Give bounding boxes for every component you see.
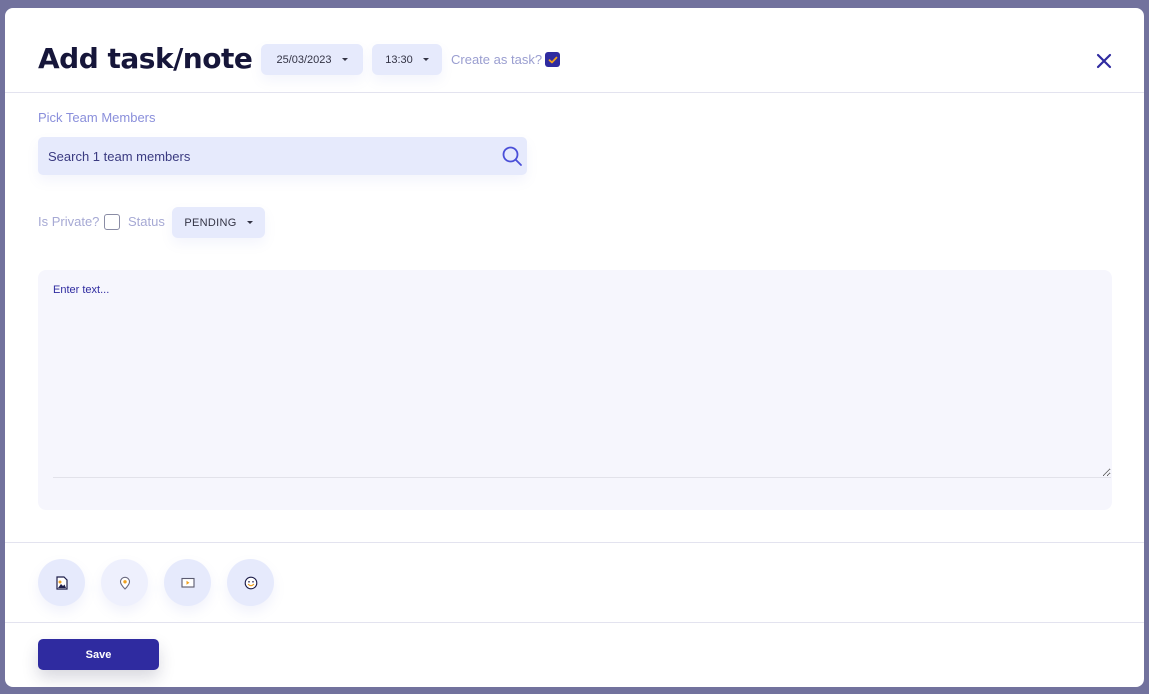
page-title: Add task/note [38, 42, 253, 75]
video-icon [180, 577, 195, 588]
is-private-checkbox[interactable] [104, 214, 120, 230]
status-value: PENDING [184, 216, 237, 229]
close-button[interactable] [1094, 51, 1114, 71]
search-icon[interactable] [501, 145, 523, 167]
team-search-input[interactable] [38, 137, 498, 175]
is-private-label: Is Private? [38, 214, 100, 229]
location-pin-icon [119, 576, 130, 590]
add-video-button[interactable] [164, 559, 211, 606]
modal-header: Add task/note 25/03/2023 13:30 Create as… [5, 8, 1144, 93]
note-editor [38, 270, 1112, 510]
status-dropdown[interactable]: PENDING [172, 207, 265, 238]
team-search-box [38, 137, 527, 175]
checkmark-icon [548, 56, 557, 63]
create-as-task-label: Create as task? [451, 52, 543, 67]
note-textarea[interactable] [53, 284, 1111, 478]
time-dropdown[interactable]: 13:30 [372, 44, 442, 75]
divider [5, 622, 1144, 623]
add-task-modal: Add task/note 25/03/2023 13:30 Create as… [5, 8, 1144, 687]
caret-down-icon [246, 221, 253, 224]
pick-team-members-label: Pick Team Members [38, 110, 156, 125]
save-button[interactable]: Save [38, 639, 159, 670]
create-as-task-checkbox[interactable] [545, 52, 560, 67]
date-value: 25/03/2023 [276, 53, 332, 66]
add-emoji-button[interactable] [227, 559, 274, 606]
divider [5, 542, 1144, 543]
close-icon [1096, 53, 1112, 69]
add-image-button[interactable] [38, 559, 85, 606]
time-value: 13:30 [385, 53, 413, 66]
date-dropdown[interactable]: 25/03/2023 [261, 44, 363, 75]
image-icon [55, 575, 68, 590]
add-location-button[interactable] [101, 559, 148, 606]
caret-down-icon [341, 58, 348, 61]
emoji-icon [244, 576, 257, 589]
caret-down-icon [422, 58, 429, 61]
status-label: Status [128, 214, 165, 229]
